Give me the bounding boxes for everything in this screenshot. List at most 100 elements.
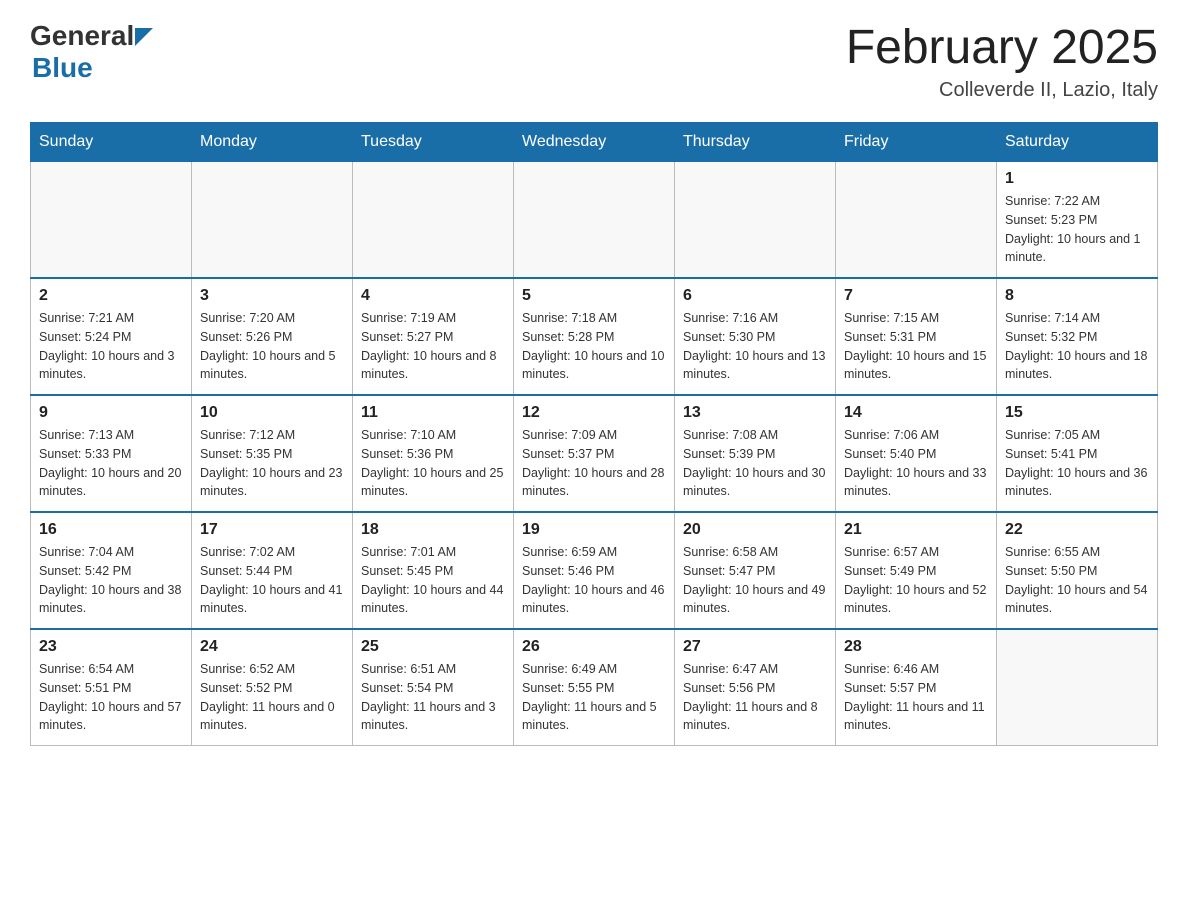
day-info: Sunrise: 6:49 AM Sunset: 5:55 PM Dayligh… [522,660,666,735]
calendar-week-row: 1Sunrise: 7:22 AM Sunset: 5:23 PM Daylig… [31,162,1158,279]
table-row: 25 Sunrise: 6:51 AM Sunset: 5:54 PM Dayli… [353,629,514,746]
calendar-week-row: 16 Sunrise: 7:04 AM Sunset: 5:42 PM Dayli… [31,512,1158,629]
table-row: 2 Sunrise: 7:21 AM Sunset: 5:24 PM Daylig… [31,278,192,395]
day-info: Sunrise: 6:55 AM Sunset: 5:50 PM Dayligh… [1005,543,1149,618]
day-number: 11 [361,404,505,422]
table-row: 26 Sunrise: 6:49 AM Sunset: 5:55 PM Dayli… [514,629,675,746]
title-block: February 2025 Colleverde II, Lazio, Ital… [846,20,1158,102]
calendar-table: Sunday Monday Tuesday Wednesday Thursday… [30,122,1158,746]
day-number: 18 [361,521,505,539]
header-monday: Monday [192,123,353,162]
table-row: 15 Sunrise: 7:05 AM Sunset: 5:41 PM Dayli… [997,395,1158,512]
table-row [514,162,675,279]
header-tuesday: Tuesday [353,123,514,162]
day-number: 10 [200,404,344,422]
table-row [31,162,192,279]
weekday-header-row: Sunday Monday Tuesday Wednesday Thursday… [31,123,1158,162]
calendar-week-row: 2 Sunrise: 7:21 AM Sunset: 5:24 PM Daylig… [31,278,1158,395]
table-row: 16 Sunrise: 7:04 AM Sunset: 5:42 PM Dayli… [31,512,192,629]
day-info: Sunrise: 7:16 AM Sunset: 5:30 PM Dayligh… [683,309,827,384]
day-info: Sunrise: 6:58 AM Sunset: 5:47 PM Dayligh… [683,543,827,618]
header-thursday: Thursday [675,123,836,162]
header-saturday: Saturday [997,123,1158,162]
table-row: 27 Sunrise: 6:47 AM Sunset: 5:56 PM Dayli… [675,629,836,746]
day-info: Sunrise: 6:54 AM Sunset: 5:51 PM Dayligh… [39,660,183,735]
table-row: 13 Sunrise: 7:08 AM Sunset: 5:39 PM Dayli… [675,395,836,512]
header-wednesday: Wednesday [514,123,675,162]
table-row: 12 Sunrise: 7:09 AM Sunset: 5:37 PM Dayli… [514,395,675,512]
day-number: 6 [683,287,827,305]
day-info: Sunrise: 7:18 AM Sunset: 5:28 PM Dayligh… [522,309,666,384]
table-row: 5 Sunrise: 7:18 AM Sunset: 5:28 PM Daylig… [514,278,675,395]
header-friday: Friday [836,123,997,162]
day-info: Sunrise: 6:57 AM Sunset: 5:49 PM Dayligh… [844,543,988,618]
day-number: 14 [844,404,988,422]
day-info: Sunrise: 7:02 AM Sunset: 5:44 PM Dayligh… [200,543,344,618]
table-row: 19Sunrise: 6:59 AM Sunset: 5:46 PM Dayli… [514,512,675,629]
table-row: 1Sunrise: 7:22 AM Sunset: 5:23 PM Daylig… [997,162,1158,279]
day-number: 5 [522,287,666,305]
calendar-week-row: 9Sunrise: 7:13 AM Sunset: 5:33 PM Daylig… [31,395,1158,512]
day-info: Sunrise: 6:47 AM Sunset: 5:56 PM Dayligh… [683,660,827,735]
day-number: 17 [200,521,344,539]
table-row: 7 Sunrise: 7:15 AM Sunset: 5:31 PM Daylig… [836,278,997,395]
day-number: 15 [1005,404,1149,422]
day-number: 8 [1005,287,1149,305]
day-info: Sunrise: 7:15 AM Sunset: 5:31 PM Dayligh… [844,309,988,384]
day-info: Sunrise: 6:46 AM Sunset: 5:57 PM Dayligh… [844,660,988,735]
day-number: 16 [39,521,183,539]
table-row: 28 Sunrise: 6:46 AM Sunset: 5:57 PM Dayli… [836,629,997,746]
day-info: Sunrise: 7:04 AM Sunset: 5:42 PM Dayligh… [39,543,183,618]
day-info: Sunrise: 7:22 AM Sunset: 5:23 PM Dayligh… [1005,192,1149,267]
calendar-week-row: 23 Sunrise: 6:54 AM Sunset: 5:51 PM Dayli… [31,629,1158,746]
calendar-subtitle: Colleverde II, Lazio, Italy [846,79,1158,102]
day-number: 23 [39,638,183,656]
logo-arrow-icon [135,28,153,46]
table-row: 8Sunrise: 7:14 AM Sunset: 5:32 PM Daylig… [997,278,1158,395]
day-number: 20 [683,521,827,539]
table-row: 18 Sunrise: 7:01 AM Sunset: 5:45 PM Dayli… [353,512,514,629]
table-row [675,162,836,279]
day-number: 27 [683,638,827,656]
day-number: 4 [361,287,505,305]
day-info: Sunrise: 7:21 AM Sunset: 5:24 PM Dayligh… [39,309,183,384]
logo-general-text: General [30,20,134,52]
day-info: Sunrise: 7:08 AM Sunset: 5:39 PM Dayligh… [683,426,827,501]
day-number: 12 [522,404,666,422]
table-row: 9Sunrise: 7:13 AM Sunset: 5:33 PM Daylig… [31,395,192,512]
day-number: 2 [39,287,183,305]
day-number: 24 [200,638,344,656]
table-row: 6 Sunrise: 7:16 AM Sunset: 5:30 PM Daylig… [675,278,836,395]
table-row: 22 Sunrise: 6:55 AM Sunset: 5:50 PM Dayli… [997,512,1158,629]
day-info: Sunrise: 7:06 AM Sunset: 5:40 PM Dayligh… [844,426,988,501]
table-row: 14 Sunrise: 7:06 AM Sunset: 5:40 PM Dayli… [836,395,997,512]
day-number: 22 [1005,521,1149,539]
table-row [192,162,353,279]
day-number: 13 [683,404,827,422]
day-info: Sunrise: 6:52 AM Sunset: 5:52 PM Dayligh… [200,660,344,735]
day-number: 26 [522,638,666,656]
table-row: 21 Sunrise: 6:57 AM Sunset: 5:49 PM Dayli… [836,512,997,629]
day-number: 28 [844,638,988,656]
calendar-title: February 2025 [846,20,1158,75]
page-header: General Blue February 2025 Colleverde II… [30,20,1158,102]
day-number: 3 [200,287,344,305]
day-number: 21 [844,521,988,539]
table-row [836,162,997,279]
day-number: 19 [522,521,666,539]
table-row: 4Sunrise: 7:19 AM Sunset: 5:27 PM Daylig… [353,278,514,395]
table-row: 10 Sunrise: 7:12 AM Sunset: 5:35 PM Dayli… [192,395,353,512]
day-info: Sunrise: 7:05 AM Sunset: 5:41 PM Dayligh… [1005,426,1149,501]
day-info: Sunrise: 6:51 AM Sunset: 5:54 PM Dayligh… [361,660,505,735]
day-info: Sunrise: 7:20 AM Sunset: 5:26 PM Dayligh… [200,309,344,384]
table-row: 23 Sunrise: 6:54 AM Sunset: 5:51 PM Dayli… [31,629,192,746]
table-row: 11Sunrise: 7:10 AM Sunset: 5:36 PM Dayli… [353,395,514,512]
header-sunday: Sunday [31,123,192,162]
day-info: Sunrise: 7:09 AM Sunset: 5:37 PM Dayligh… [522,426,666,501]
day-number: 7 [844,287,988,305]
day-number: 25 [361,638,505,656]
logo: General Blue [30,20,153,84]
table-row [997,629,1158,746]
day-info: Sunrise: 7:12 AM Sunset: 5:35 PM Dayligh… [200,426,344,501]
day-info: Sunrise: 7:01 AM Sunset: 5:45 PM Dayligh… [361,543,505,618]
